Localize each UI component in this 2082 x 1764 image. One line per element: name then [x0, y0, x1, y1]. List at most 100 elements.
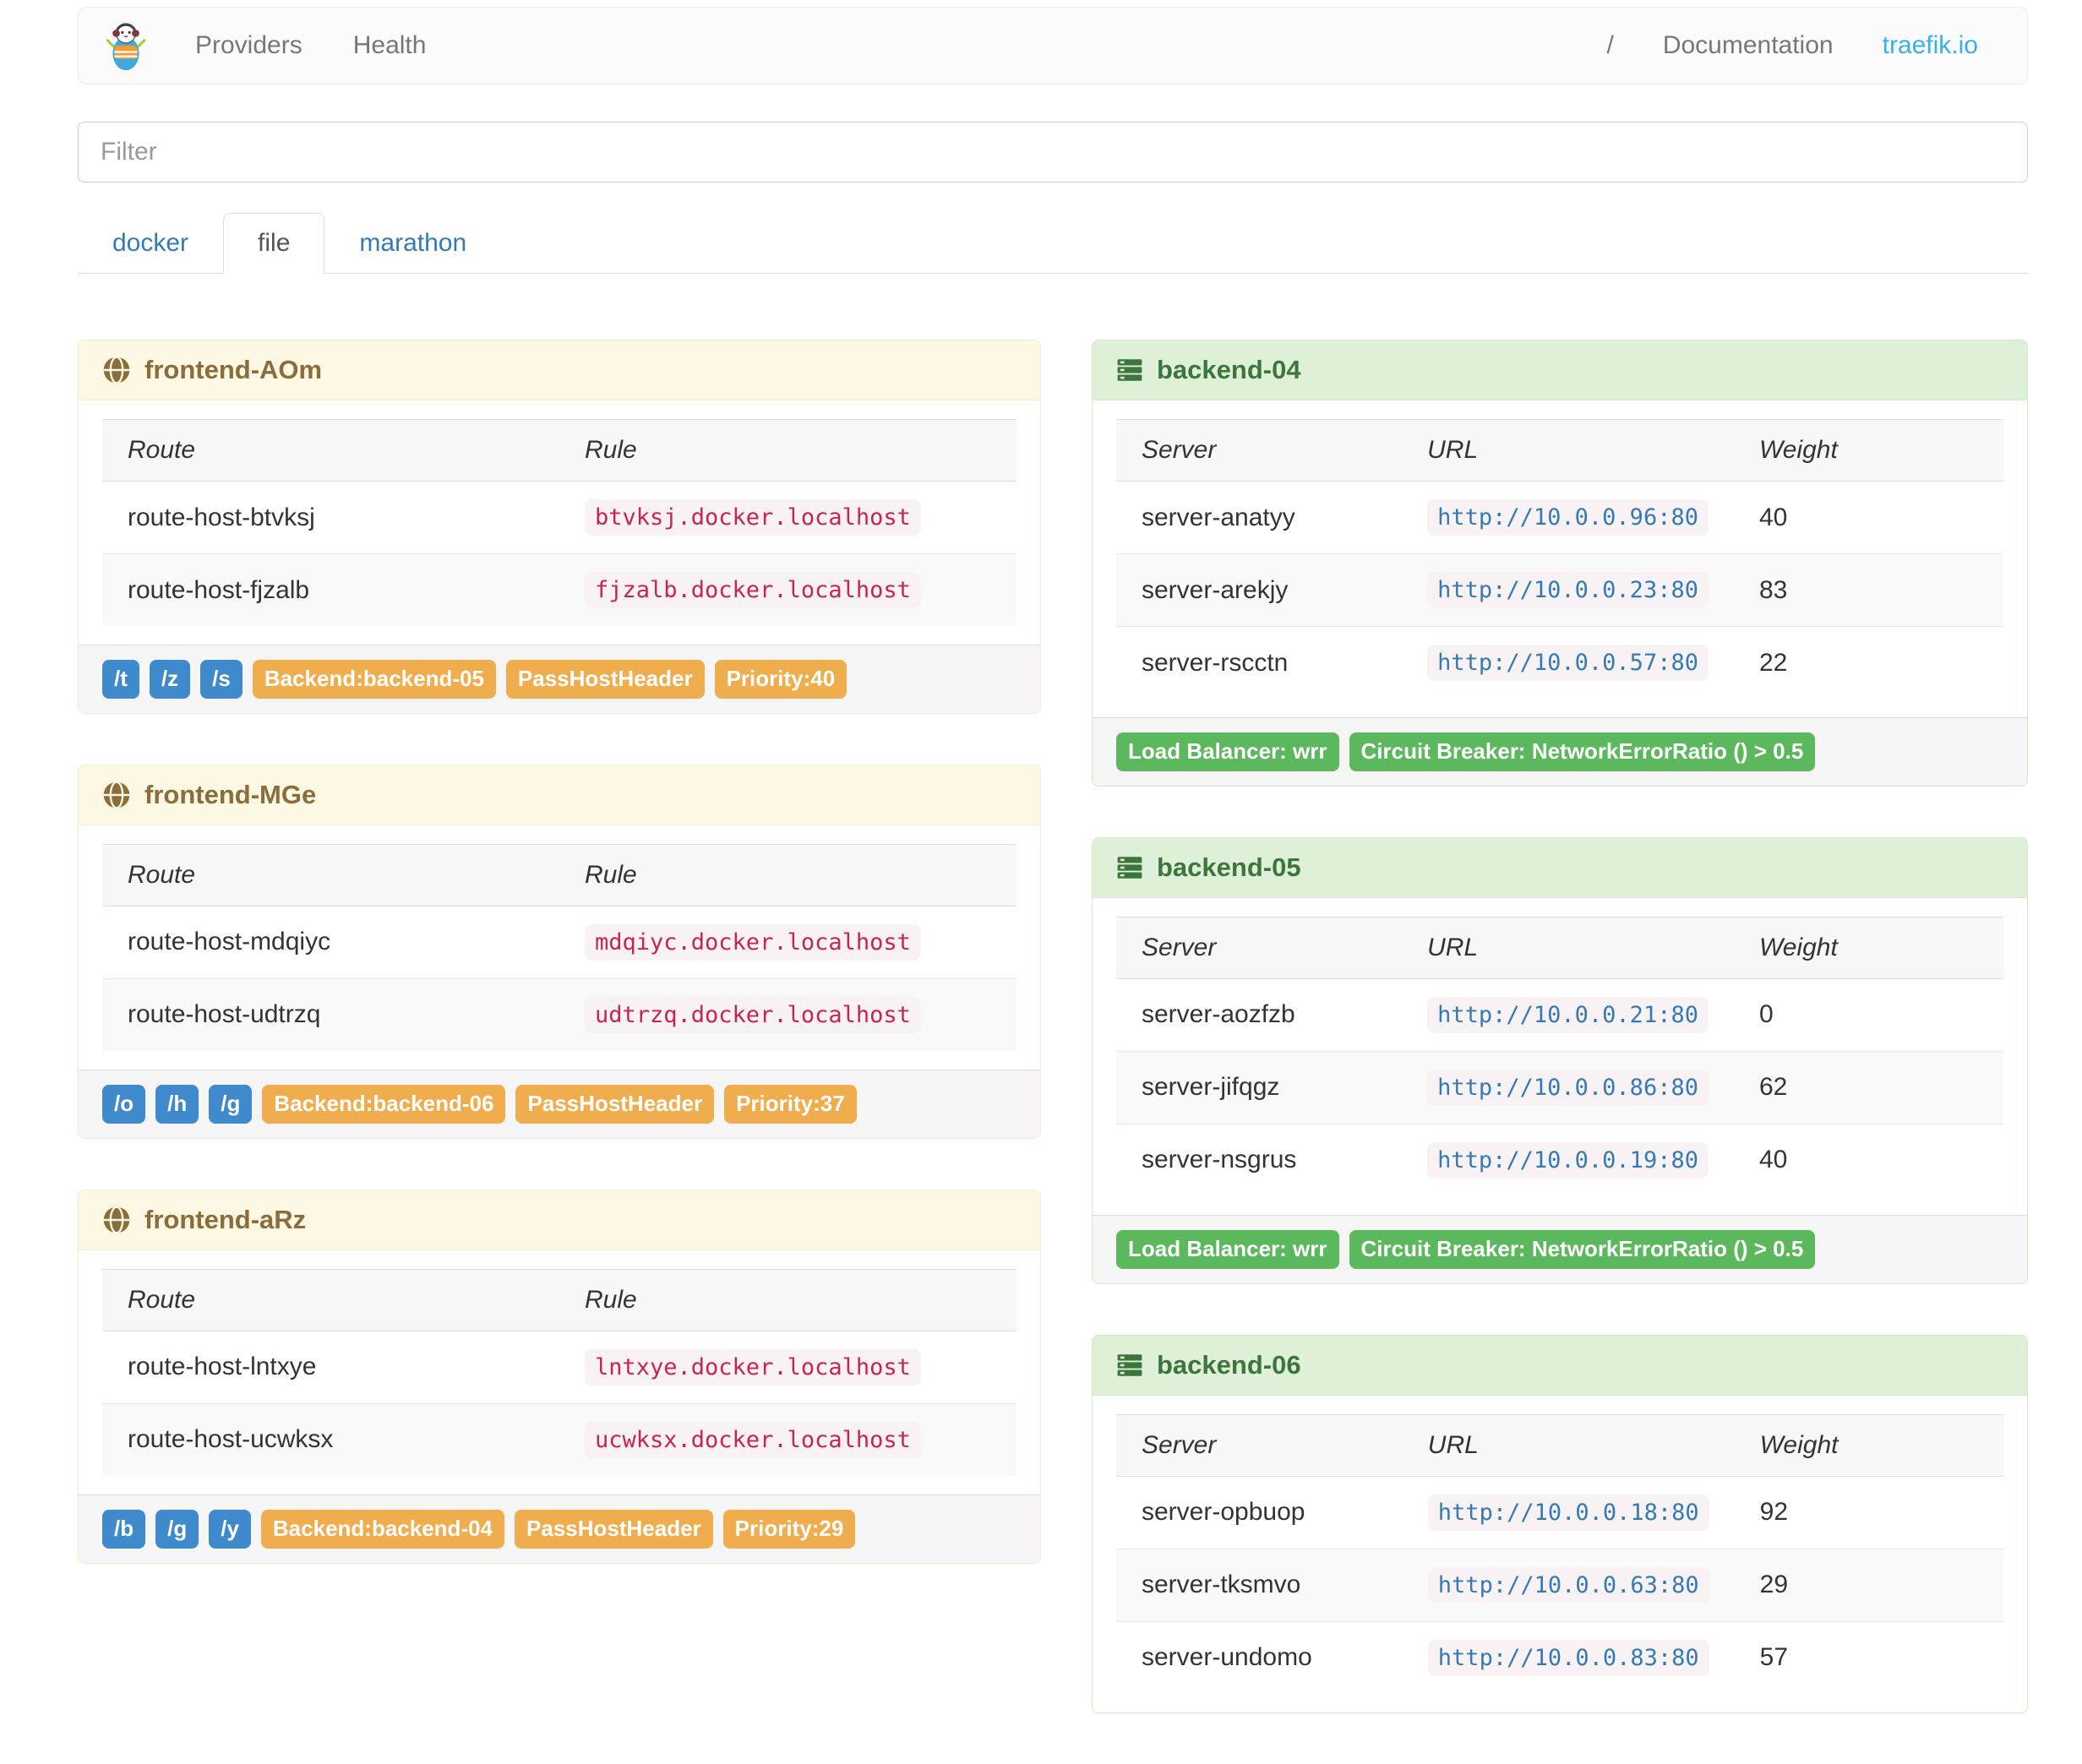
- nav-link-documentation[interactable]: Documentation: [1663, 31, 1834, 60]
- table-row: server-aozfzb http://10.0.0.21:80 0: [1116, 978, 2003, 1051]
- table-row: server-anatyy http://10.0.0.96:80 40: [1116, 482, 2003, 554]
- card-heading: frontend-MGe: [79, 765, 1040, 825]
- url-link[interactable]: http://10.0.0.86:80: [1427, 1069, 1709, 1106]
- url-link[interactable]: http://10.0.0.21:80: [1427, 996, 1709, 1033]
- column-header-weight: Weight: [1733, 916, 2003, 979]
- provider-tabs: docker file marathon: [78, 213, 2028, 274]
- rule-code: udtrzq.docker.localhost: [585, 996, 921, 1033]
- card-footer: /t /z /s Backend:backend-05 PassHostHead…: [79, 645, 1040, 713]
- card-body: Server URL Weight server-anatyy http://1…: [1093, 400, 2027, 717]
- passhostheader-badge: PassHostHeader: [515, 1084, 715, 1124]
- column-header-rule: Rule: [559, 843, 1016, 906]
- priority-badge: Priority:29: [722, 1509, 856, 1549]
- backend-badge: Backend:backend-06: [262, 1084, 506, 1124]
- url-link[interactable]: http://10.0.0.83:80: [1427, 1639, 1709, 1676]
- path-badge: /t: [102, 660, 139, 699]
- tab-marathon[interactable]: marathon: [324, 213, 501, 274]
- card-title: frontend-MGe: [144, 779, 317, 809]
- weight-cell: 92: [1759, 1498, 1789, 1527]
- path-badge: /b: [102, 1509, 146, 1549]
- tab-file[interactable]: file: [223, 213, 325, 274]
- column-header-weight: Weight: [1734, 1413, 2003, 1477]
- server-cell: server-aozfzb: [1142, 1000, 1295, 1029]
- route-cell: route-host-mdqiyc: [128, 928, 331, 956]
- table-row: route-host-fjzalb fjzalb.docker.localhos…: [102, 553, 1016, 626]
- card-footer: /o /h /g Backend:backend-06 PassHostHead…: [79, 1069, 1040, 1138]
- route-cell: route-host-btvksj: [128, 503, 315, 531]
- column-header-url: URL: [1402, 1413, 1735, 1477]
- path-badge: /o: [102, 1084, 146, 1124]
- server-cell: server-nsgrus: [1116, 1123, 1403, 1196]
- routes-table: Route Rule route-host-btvksj btvksj.dock…: [102, 419, 1016, 626]
- servers-icon: [1117, 857, 1142, 879]
- routes-table: Route Rule route-host-lntxye lntxye.dock…: [102, 1268, 1016, 1476]
- tab-docker[interactable]: docker: [78, 213, 223, 274]
- main-content: frontend-AOm Route Rule route-host-btvks…: [78, 340, 2028, 1764]
- backend-card: backend-06 Server URL Weight server-opbu…: [1092, 1334, 2028, 1713]
- nav-link-providers[interactable]: Providers: [195, 31, 302, 60]
- rule-code: mdqiyc.docker.localhost: [585, 923, 921, 961]
- path-badge: /g: [209, 1084, 253, 1124]
- table-row: route-host-udtrzq udtrzq.docker.localhos…: [102, 977, 1016, 1051]
- globe-icon: [103, 1206, 130, 1234]
- nav-link-traefik-io[interactable]: traefik.io: [1883, 31, 1978, 60]
- path-badge: /s: [200, 660, 243, 699]
- servers-table: Server URL Weight server-opbuop http://1…: [1116, 1413, 2003, 1694]
- server-cell: server-tksmvo: [1116, 1548, 1403, 1622]
- weight-cell: 40: [1758, 503, 1788, 531]
- table-row: server-nsgrus http://10.0.0.19:80 40: [1116, 1123, 2003, 1196]
- backends-column: backend-04 Server URL Weight server-anat…: [1092, 340, 2028, 1764]
- column-header-server: Server: [1116, 1413, 1403, 1477]
- card-body: Server URL Weight server-aozfzb http://1…: [1093, 898, 2027, 1215]
- weight-cell: 83: [1733, 553, 2003, 627]
- path-badge: /y: [209, 1509, 251, 1549]
- traefik-mascot-icon: [106, 23, 146, 71]
- card-footer: /b /g /y Backend:backend-04 PassHostHead…: [79, 1494, 1040, 1563]
- backend-card: backend-05 Server URL Weight server-aozf…: [1092, 836, 2028, 1284]
- route-cell: route-host-lntxye: [128, 1353, 317, 1381]
- route-cell: route-host-fjzalb: [102, 553, 559, 626]
- table-row: route-host-ucwksx ucwksx.docker.localhos…: [102, 1402, 1016, 1476]
- card-heading: backend-04: [1093, 340, 2027, 400]
- card-title: backend-05: [1157, 852, 1301, 882]
- table-row: server-opbuop http://10.0.0.18:80 92: [1116, 1476, 2003, 1549]
- url-link[interactable]: http://10.0.0.18:80: [1427, 1494, 1709, 1531]
- rule-code: btvksj.docker.localhost: [585, 499, 921, 536]
- nav-right: / Documentation traefik.io: [1606, 31, 2002, 60]
- weight-cell: 57: [1734, 1620, 2003, 1694]
- globe-icon: [103, 356, 130, 384]
- routes-table: Route Rule route-host-mdqiyc mdqiyc.dock…: [102, 843, 1016, 1051]
- column-header-rule: Rule: [559, 1268, 1016, 1331]
- table-row: route-host-lntxye lntxye.docker.localhos…: [102, 1331, 1016, 1403]
- table-row: server-rscctn http://10.0.0.57:80 22: [1116, 626, 2003, 699]
- url-link[interactable]: http://10.0.0.23:80: [1427, 572, 1709, 608]
- weight-cell: 62: [1733, 1050, 2003, 1124]
- backend-badge: Backend:backend-04: [260, 1509, 505, 1549]
- card-title: frontend-AOm: [144, 355, 323, 384]
- load-balancer-badge: Load Balancer: wrr: [1116, 1229, 1339, 1269]
- url-link[interactable]: http://10.0.0.19:80: [1427, 1141, 1709, 1179]
- table-row: server-jifqgz http://10.0.0.86:80 62: [1116, 1050, 2003, 1124]
- frontend-card: frontend-MGe Route Rule route-host-mdqiy…: [78, 764, 1041, 1139]
- card-title: backend-06: [1157, 1349, 1301, 1380]
- url-link[interactable]: http://10.0.0.96:80: [1427, 499, 1709, 536]
- traefik-logo[interactable]: [104, 19, 148, 72]
- server-cell: server-undomo: [1116, 1620, 1403, 1694]
- globe-icon: [103, 781, 130, 809]
- url-link[interactable]: http://10.0.0.63:80: [1427, 1566, 1709, 1603]
- column-header-url: URL: [1402, 419, 1734, 482]
- weight-cell: 29: [1734, 1548, 2003, 1622]
- card-footer: Load Balancer: wrr Circuit Breaker: Netw…: [1093, 1214, 2027, 1283]
- url-link[interactable]: http://10.0.0.57:80: [1427, 645, 1709, 681]
- filter-input[interactable]: [78, 122, 2028, 182]
- card-heading: frontend-aRz: [79, 1190, 1040, 1250]
- card-body: Route Rule route-host-lntxye lntxye.dock…: [79, 1250, 1040, 1494]
- rule-code: ucwksx.docker.localhost: [585, 1421, 921, 1458]
- table-row: server-tksmvo http://10.0.0.63:80 29: [1116, 1548, 2003, 1622]
- nav-link-health[interactable]: Health: [353, 31, 427, 60]
- navbar: Providers Health / Documentation traefik…: [78, 7, 2028, 84]
- path-badge: /h: [155, 1084, 199, 1124]
- column-header-url: URL: [1402, 916, 1734, 979]
- frontend-card: frontend-AOm Route Rule route-host-btvks…: [78, 340, 1041, 714]
- route-cell: route-host-ucwksx: [102, 1402, 559, 1476]
